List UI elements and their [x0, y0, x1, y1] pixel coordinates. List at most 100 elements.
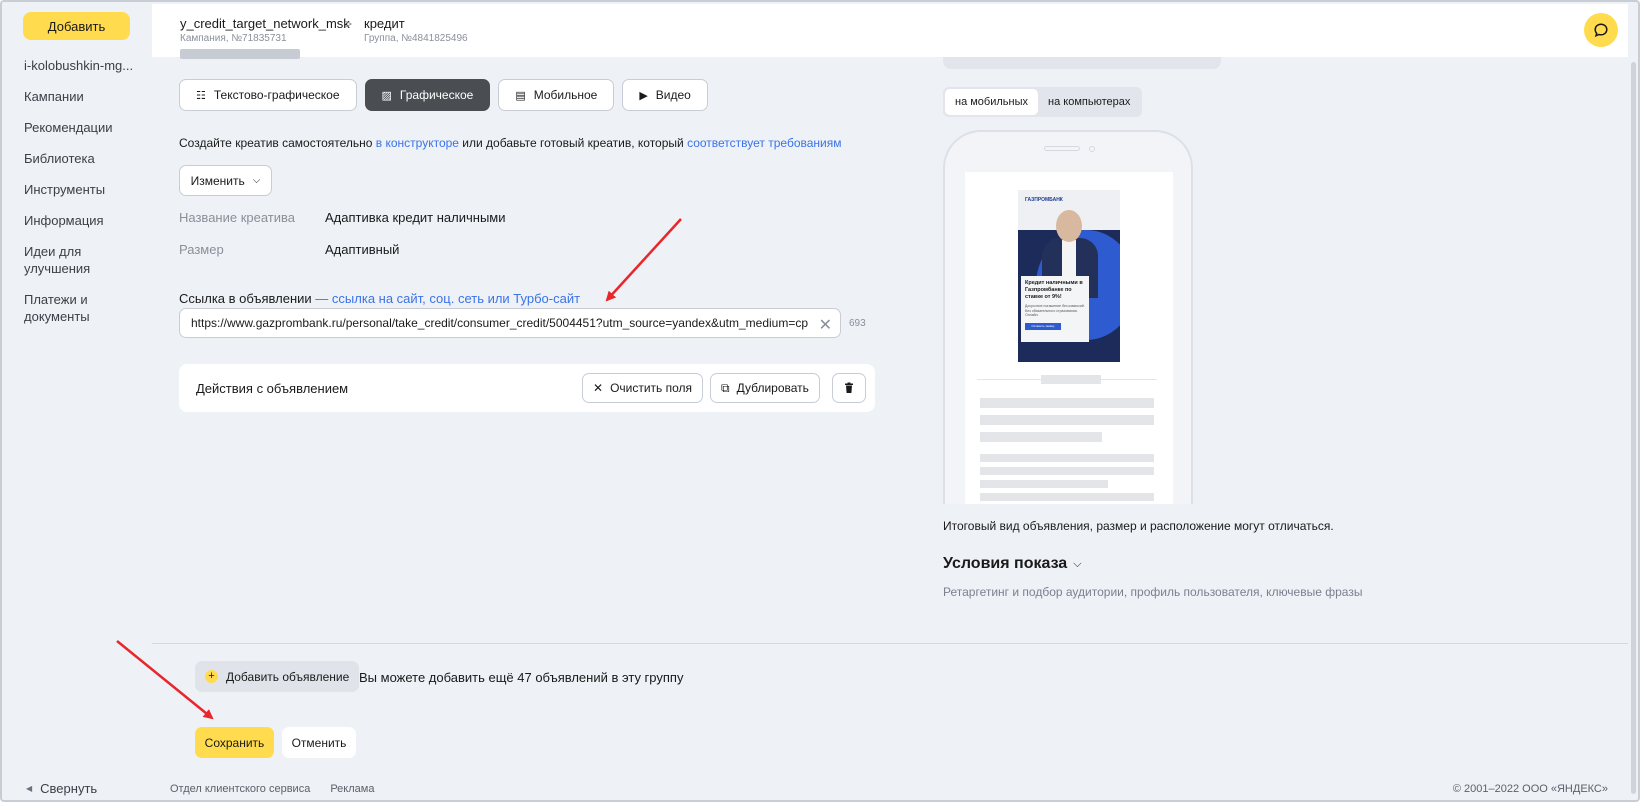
tab-desktop-preview[interactable]: на компьютерах	[1038, 89, 1140, 115]
scrolled-panel-remnant	[943, 57, 1221, 69]
url-value: https://www.gazprombank.ru/personal/take…	[191, 316, 808, 330]
placeholder-line	[980, 493, 1154, 501]
group-name: кредит	[364, 16, 405, 31]
ad-body: Досрочное погашение без комиссий. Без об…	[1025, 304, 1085, 317]
conditions-title: Условия показа	[943, 555, 1068, 572]
sidebar-nav: Кампании Рекомендации Библиотека Инструм…	[24, 88, 144, 339]
add-ad-button[interactable]: + Добавить объявление	[195, 661, 360, 692]
placeholder-line	[980, 467, 1154, 475]
ad-headline: Кредит наличными в Газпромбанке по ставк…	[1025, 280, 1083, 300]
format-tabs: ☷ Текстово-графическое ▨ Графическое ▤ М…	[179, 79, 708, 111]
duplicate-label: Дублировать	[736, 381, 809, 395]
chevron-down-icon: ⌵	[1073, 557, 1082, 570]
collapse-sidebar-button[interactable]: ◀ Свернуть	[26, 781, 97, 796]
footer-link-support[interactable]: Отдел клиентского сервиса	[170, 783, 310, 795]
chevron-right-icon: >	[345, 17, 353, 31]
ad-banner-preview: ГАЗПРОМБАНК Кредит наличными в Газпромба…	[1018, 190, 1120, 362]
ad-text-box: Кредит наличными в Газпромбанке по ставк…	[1021, 276, 1089, 342]
sidebar: Добавить i-kolobushkin-mg... Кампании Ре…	[2, 2, 152, 800]
creative-description: Создайте креатив самостоятельно в констр…	[179, 136, 841, 150]
phone-speaker	[1044, 146, 1080, 151]
url-char-counter: 693	[849, 318, 866, 329]
annotation-arrow-url	[605, 218, 682, 302]
breadcrumb-group[interactable]: кредит Группа, №4841825496	[364, 16, 468, 44]
close-icon: ✕	[593, 381, 604, 395]
sidebar-item-campaigns[interactable]: Кампании	[24, 88, 144, 105]
campaign-name: y_credit_target_network_msk	[180, 16, 350, 31]
campaign-id: Кампания, №71835731	[180, 33, 287, 44]
phone-preview: ГАЗПРОМБАНК Кредит наличными в Газпромба…	[943, 130, 1193, 504]
mobile-icon: ▤	[515, 89, 526, 102]
tab-mobile-preview[interactable]: на мобильных	[945, 89, 1039, 115]
ad-person-shirt	[1062, 240, 1076, 276]
close-icon[interactable]: ✕	[819, 315, 832, 335]
constructor-link[interactable]: в конструкторе	[376, 136, 459, 150]
tab-label: Видео	[655, 88, 691, 102]
chat-icon[interactable]	[1584, 13, 1618, 47]
change-button-label: Изменить	[190, 173, 245, 188]
save-button[interactable]: Сохранить	[195, 727, 274, 758]
placeholder-line	[980, 398, 1154, 408]
tab-image[interactable]: ▨ Графическое	[364, 79, 491, 111]
link-hint[interactable]: — ссылка на сайт, соц. сеть или Турбо-са…	[312, 291, 580, 306]
placeholder-line	[980, 480, 1108, 488]
scrollbar[interactable]	[1631, 62, 1636, 794]
header-bar: y_credit_target_network_msk Кампания, №7…	[152, 4, 1628, 57]
placeholder-line	[980, 454, 1154, 462]
desc-text: Создайте креатив самостоятельно	[179, 136, 376, 150]
link-field-label: Ссылка в объявлении — ссылка на сайт, со…	[179, 291, 580, 306]
sidebar-item-recommendations[interactable]: Рекомендации	[24, 119, 144, 136]
phone-screen: ГАЗПРОМБАНК Кредит наличными в Газпромба…	[965, 172, 1173, 504]
ad-brand-logo: ГАЗПРОМБАНК	[1025, 197, 1063, 203]
tab-text-image[interactable]: ☷ Текстово-графическое	[179, 79, 357, 111]
plus-icon: +	[205, 670, 218, 683]
footer-link-advertising[interactable]: Реклама	[330, 783, 374, 795]
preview-device-tabs: на мобильных на компьютерах	[943, 87, 1143, 117]
actions-label: Действия с объявлением	[196, 381, 349, 396]
tab-video[interactable]: ▶ Видео	[622, 79, 708, 111]
requirements-link[interactable]: соответствует требованиям	[687, 136, 841, 150]
size-value: Адаптивный	[325, 242, 400, 257]
group-id: Группа, №4841825496	[364, 33, 468, 44]
sidebar-item-information[interactable]: Информация	[24, 212, 144, 229]
tab-mobile[interactable]: ▤ Мобильное	[498, 79, 615, 111]
size-label: Размер	[179, 242, 224, 257]
link-label-text: Ссылка в объявлении	[179, 291, 312, 306]
change-button[interactable]: Изменить ⌵	[179, 165, 272, 196]
copy-icon: ⧉	[721, 380, 730, 395]
ad-cta: Оставить заявку	[1025, 322, 1061, 330]
collapse-label: Свернуть	[40, 781, 98, 796]
placeholder-line	[980, 415, 1154, 425]
tab-label: Графическое	[399, 88, 474, 102]
copyright: © 2001–2022 ООО «ЯНДЕКС»	[1452, 783, 1608, 795]
trash-icon	[845, 382, 853, 393]
video-icon: ▶	[639, 89, 648, 102]
duplicate-button[interactable]: ⧉ Дублировать	[710, 373, 820, 403]
user-login[interactable]: i-kolobushkin-mg...	[24, 58, 133, 73]
delete-button[interactable]	[832, 373, 866, 403]
clear-fields-label: Очистить поля	[610, 381, 693, 395]
scrolled-title-remnant	[180, 49, 300, 59]
clear-fields-button[interactable]: ✕ Очистить поля	[582, 373, 704, 403]
preview-note: Итоговый вид объявления, размер и распол…	[943, 519, 1334, 533]
cancel-button[interactable]: Отменить	[282, 727, 356, 758]
divider	[152, 643, 1628, 644]
display-conditions-toggle[interactable]: Условия показа ⌵	[943, 555, 1082, 573]
breadcrumb-campaign[interactable]: y_credit_target_network_msk Кампания, №7…	[180, 16, 350, 44]
sidebar-item-ideas[interactable]: Идеи для улучшения	[24, 243, 144, 277]
tab-label: Мобильное	[533, 88, 598, 102]
add-button[interactable]: Добавить	[23, 12, 130, 40]
creative-name-value: Адаптивка кредит наличными	[325, 210, 506, 225]
triangle-left-icon: ◀	[26, 784, 33, 793]
conditions-summary: Ретаргетинг и подбор аудитории, профиль …	[943, 585, 1363, 599]
placeholder-line	[980, 432, 1102, 442]
phone-camera	[1089, 146, 1095, 152]
sidebar-item-tools[interactable]: Инструменты	[24, 181, 144, 198]
add-ad-label: Добавить объявление	[226, 669, 350, 684]
url-input[interactable]: https://www.gazprombank.ru/personal/take…	[179, 308, 841, 338]
sidebar-item-payments[interactable]: Платежи и документы	[24, 291, 144, 325]
desc-text: или добавьте готовый креатив, который	[458, 136, 688, 150]
ad-actions-panel: Действия с объявлением ✕ Очистить поля ⧉…	[179, 364, 875, 412]
sidebar-item-library[interactable]: Библиотека	[24, 150, 144, 167]
image-icon: ▨	[381, 89, 392, 102]
